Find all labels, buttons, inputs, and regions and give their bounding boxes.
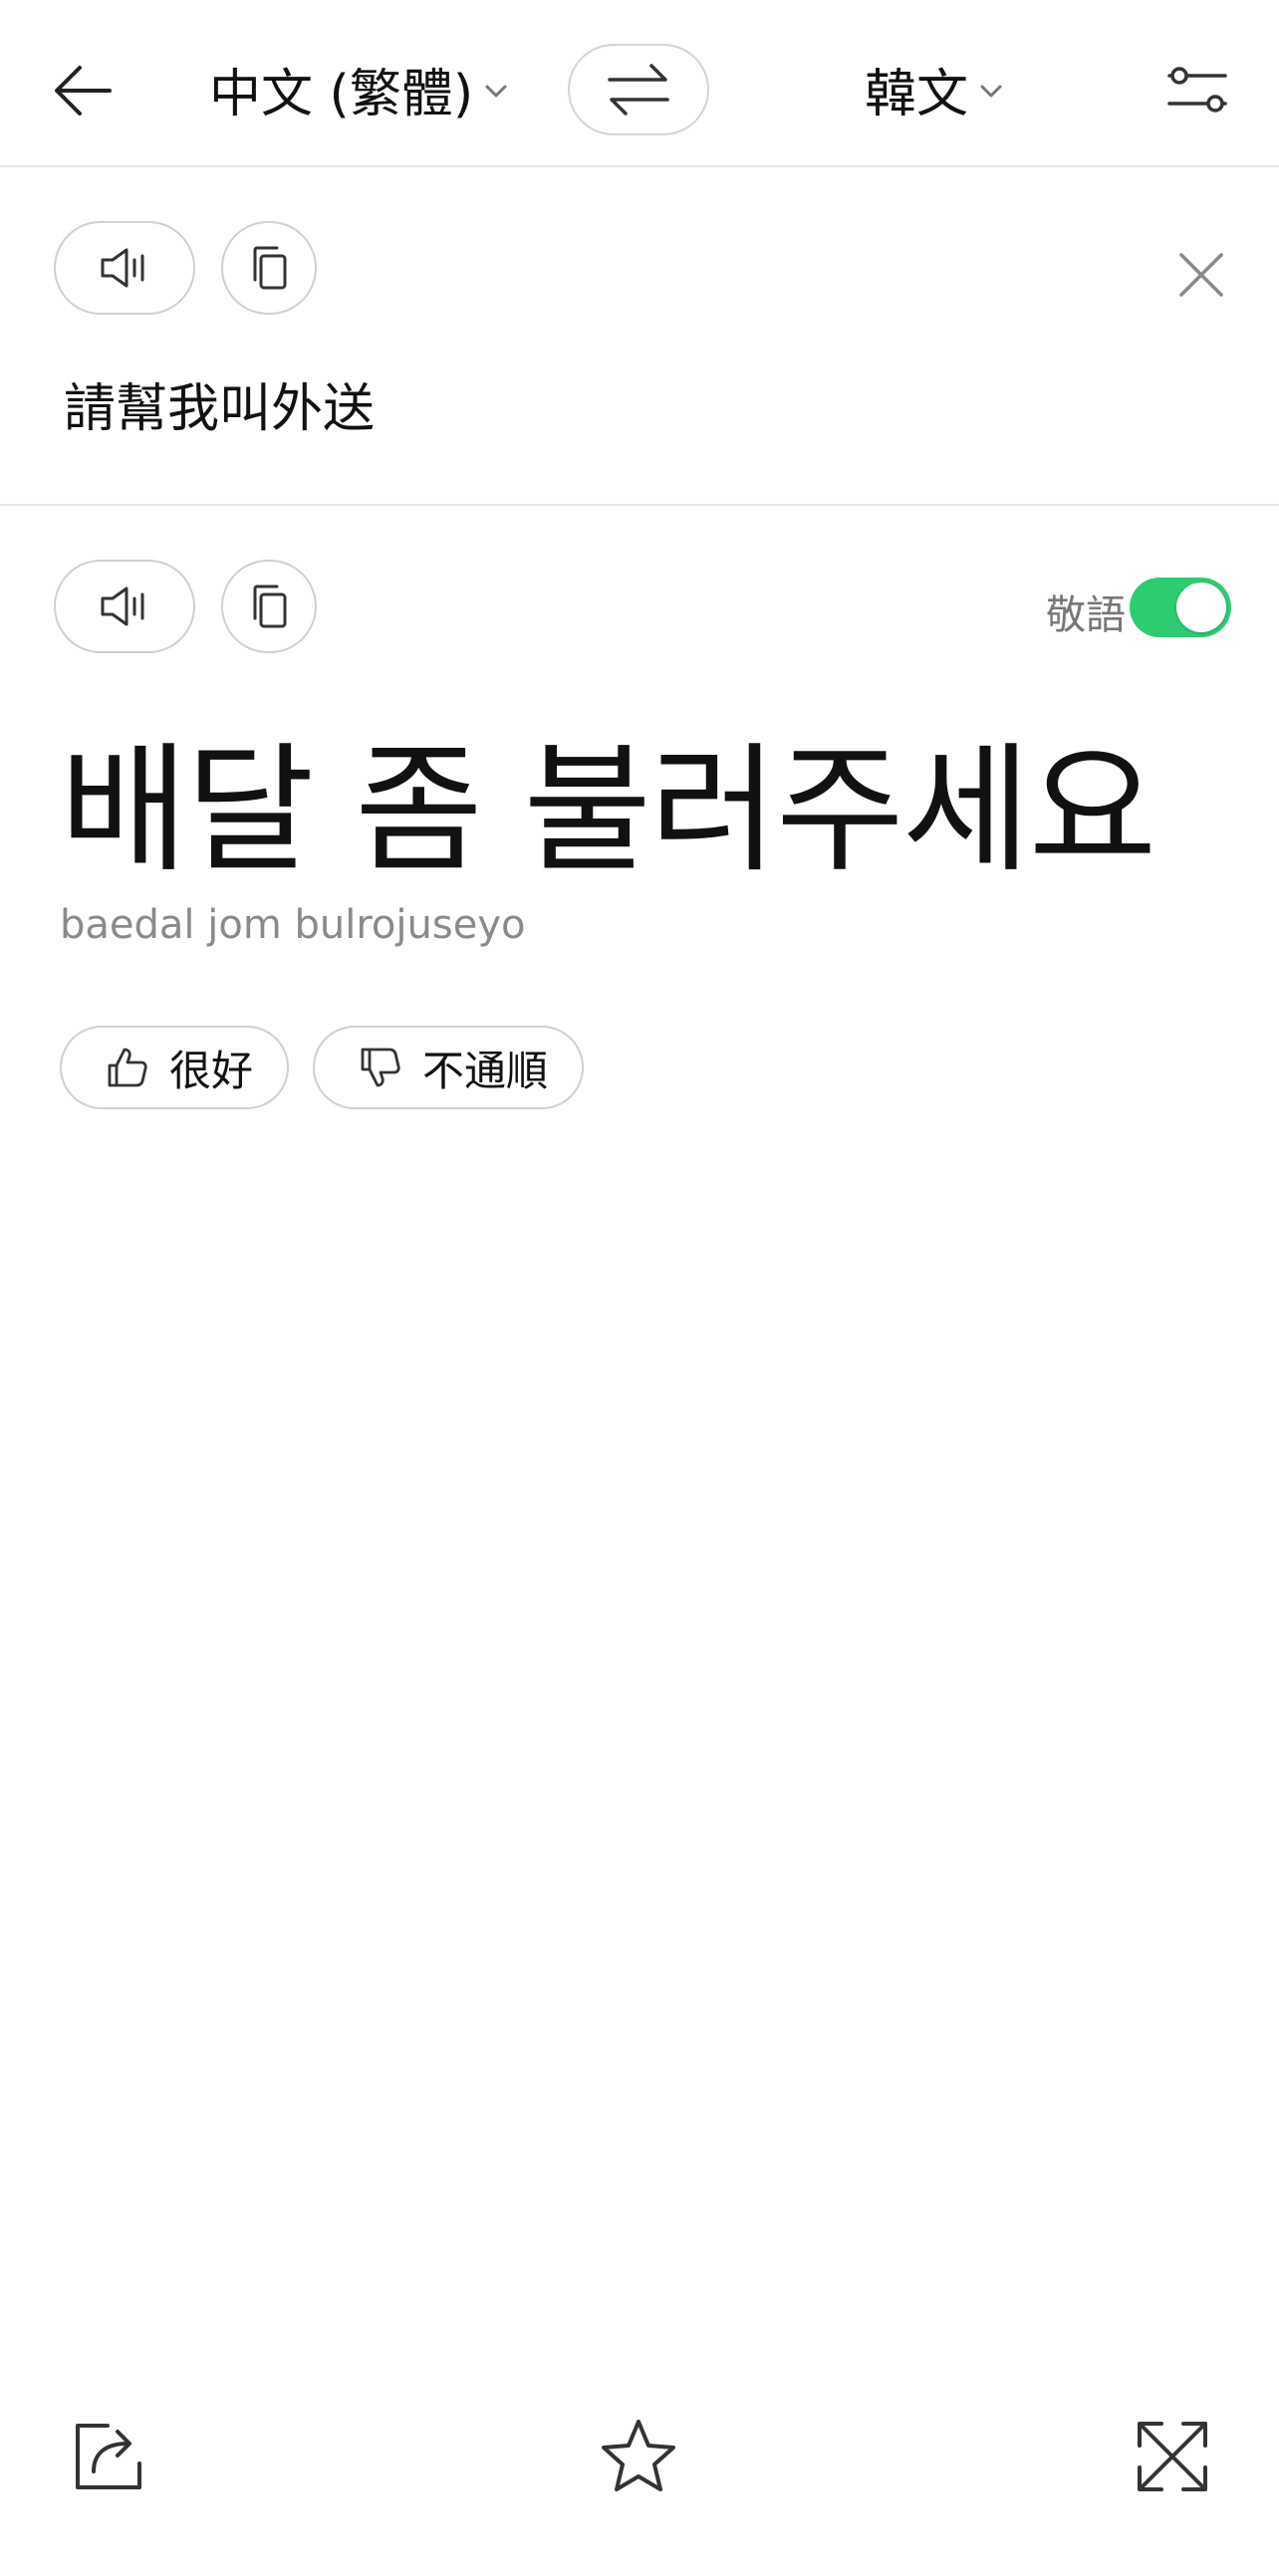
honorific-toggle[interactable] — [1130, 578, 1231, 637]
source-copy-button[interactable] — [221, 221, 317, 315]
copy-icon — [249, 244, 289, 292]
top-bar: 中文 (繁體) 韓文 — [0, 0, 1279, 167]
feedback-bad-button[interactable]: 不通順 — [313, 1026, 584, 1109]
thumbs-down-icon — [359, 1046, 402, 1089]
share-icon[interactable] — [68, 2416, 149, 2497]
romanization-text: baedal jom bulrojuseyo — [60, 902, 526, 948]
swap-languages-button[interactable] — [568, 44, 709, 135]
star-icon[interactable] — [598, 2416, 679, 2497]
speaker-icon — [99, 585, 150, 628]
swap-arrows-icon — [606, 62, 671, 117]
source-language-selector[interactable]: 中文 (繁體) — [209, 54, 509, 124]
honorific-label: 敬語 — [1046, 592, 1126, 638]
source-panel: 請幫我叫外送 — [0, 167, 1279, 506]
feedback-bad-label: 不通順 — [422, 1046, 549, 1095]
chevron-down-icon — [978, 83, 1004, 101]
source-language-label: 中文 (繁體) — [209, 64, 474, 124]
speaker-icon — [99, 246, 150, 290]
chevron-down-icon — [483, 83, 509, 101]
thumbs-up-icon — [106, 1046, 149, 1089]
toggle-knob — [1176, 583, 1226, 632]
source-speak-button[interactable] — [54, 221, 195, 315]
result-copy-button[interactable] — [221, 560, 317, 653]
target-language-selector[interactable]: 韓文 — [865, 54, 1004, 124]
copy-icon — [249, 583, 289, 630]
back-arrow-icon[interactable] — [48, 56, 118, 125]
target-language-label: 韓文 — [865, 64, 969, 124]
feedback-good-label: 很好 — [169, 1046, 254, 1095]
source-text[interactable]: 請幫我叫外送 — [64, 366, 375, 441]
feedback-good-button[interactable]: 很好 — [60, 1026, 289, 1109]
translated-text[interactable]: 배달 좀 불러주세요 — [60, 732, 1156, 891]
settings-sliders-icon[interactable] — [1165, 62, 1229, 117]
result-speak-button[interactable] — [54, 560, 195, 653]
close-icon[interactable] — [1171, 245, 1231, 305]
expand-icon[interactable] — [1132, 2416, 1213, 2497]
